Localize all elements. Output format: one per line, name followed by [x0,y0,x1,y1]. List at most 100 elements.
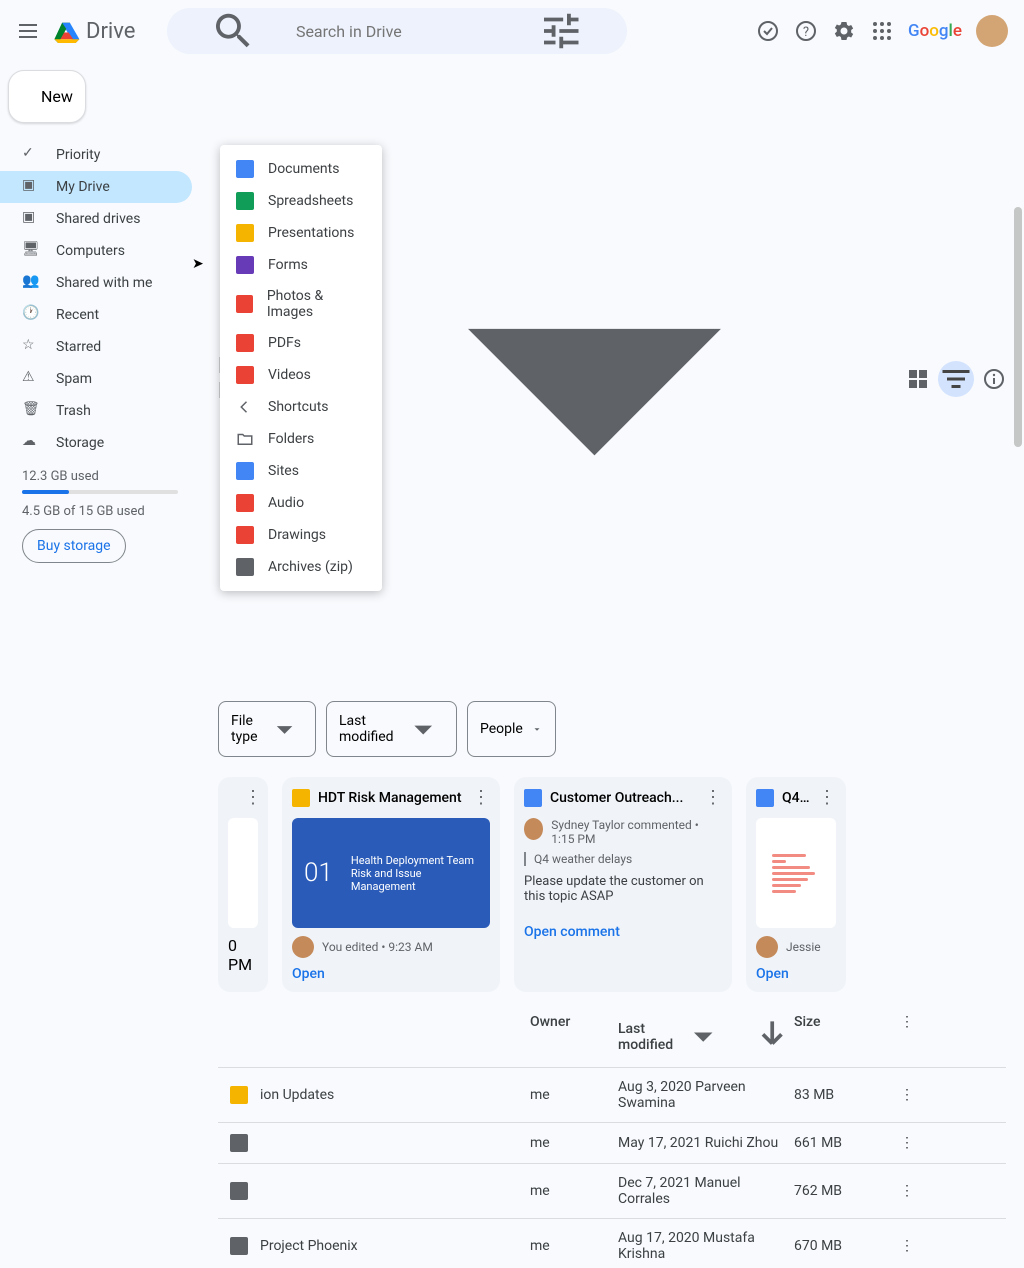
main-menu-button[interactable] [16,19,40,43]
card-meta: You edited • 9:23 AM [322,940,433,954]
dropdown-item-forms[interactable]: Forms [220,249,382,281]
column-owner[interactable]: Owner [530,1014,618,1058]
dropdown-item-documents[interactable]: Documents [220,153,382,185]
file-type-icon [236,295,253,313]
nav-item-trash[interactable]: 🗑Trash [0,395,192,427]
card-menu-button[interactable]: ⋮ [818,787,836,808]
file-row[interactable]: meMay 17, 2021 Ruichi Zhou661 MB⋮ [218,1122,1006,1163]
column-size[interactable]: Size [794,1014,884,1058]
app-name: Drive [86,19,135,44]
file-icon [230,1134,248,1152]
dropdown-item-drawings[interactable]: Drawings [220,519,382,551]
suggestion-card[interactable]: Customer Outreach...⋮Sydney Taylor comme… [514,777,732,992]
file-owner: me [530,1238,618,1254]
dropdown-item-spreadsheets[interactable]: Spreadsheets [220,185,382,217]
file-name: Project Phoenix [260,1238,358,1254]
card-menu-button[interactable]: ⋮ [704,787,722,808]
nav-icon: ⚠ [22,369,42,389]
file-type-icon [236,398,254,416]
nav-item-shared-drives[interactable]: ▣Shared drives [0,203,192,235]
comment-body: Please update the customer on this topic… [524,874,722,904]
google-logo[interactable]: Google [908,21,962,41]
file-type-icon [236,526,254,544]
card-title: Customer Outreach... [550,790,696,806]
drive-logo[interactable]: Drive [52,19,135,44]
nav-item-priority[interactable]: ✓Priority [0,139,192,171]
filter-chip-people[interactable]: People [467,701,556,757]
settings-icon[interactable] [832,19,856,43]
storage-bar [22,490,178,494]
offline-ready-icon[interactable] [756,19,780,43]
file-row[interactable]: meDec 7, 2021 Manuel Corrales762 MB⋮ [218,1163,1006,1218]
dropdown-label: Photos & Images [267,288,366,320]
title-dropdown-icon[interactable] [291,76,898,683]
search-bar[interactable] [167,8,627,54]
drive-icon [52,19,80,43]
arrow-down-icon [750,1014,794,1058]
grid-view-icon[interactable] [906,367,930,391]
support-icon[interactable]: ? [794,19,818,43]
dropdown-label: Spreadsheets [268,193,353,209]
suggestion-card[interactable]: Q4 Pr⋮JessieOpen [746,777,846,992]
nav-item-computers[interactable]: 🖥Computers [0,235,192,267]
nav-label: Shared drives [56,211,140,227]
nav-item-recent[interactable]: 🕐Recent [0,299,192,331]
filter-chip-last-modified[interactable]: Last modified [326,701,457,757]
dropdown-item-photos-images[interactable]: Photos & Images [220,281,382,327]
dropdown-item-archives-zip-[interactable]: Archives (zip) [220,551,382,583]
nav-item-my-drive[interactable]: ▣My Drive [0,171,192,203]
column-modified[interactable]: Last modified [618,1014,794,1058]
info-icon[interactable] [982,367,1006,391]
suggestion-card[interactable]: ...n...⋮0 PM [218,777,268,992]
card-title: Q4 Pr [782,790,810,806]
dropdown-item-folders[interactable]: Folders [220,423,382,455]
card-menu-button[interactable]: ⋮ [244,787,262,808]
column-menu[interactable]: ⋮ [884,1014,914,1058]
file-modified: Aug 17, 2020 Mustafa Krishna [618,1230,794,1262]
dropdown-label: Presentations [268,225,354,241]
card-thumbnail: 01Health Deployment TeamRisk and Issue M… [292,818,490,928]
card-menu-button[interactable]: ⋮ [472,787,490,808]
row-menu-button[interactable]: ⋮ [884,1135,914,1151]
search-options-icon[interactable] [511,8,612,54]
apps-icon[interactable] [870,19,894,43]
suggestion-card[interactable]: HDT Risk Management⋮01Health Deployment … [282,777,500,992]
file-row[interactable]: ion UpdatesmeAug 3, 2020 Parveen Swamina… [218,1067,1006,1122]
dropdown-item-shortcuts[interactable]: Shortcuts [220,391,382,423]
card-thumbnail [228,818,258,928]
nav-item-spam[interactable]: ⚠Spam [0,363,192,395]
file-size: 762 MB [794,1183,884,1199]
chevron-down-icon [681,1014,725,1058]
search-input[interactable] [296,22,499,41]
chip-label: People [480,721,523,737]
dropdown-item-videos[interactable]: Videos [220,359,382,391]
scrollbar[interactable] [1014,207,1022,447]
dropdown-item-audio[interactable]: Audio [220,487,382,519]
filter-chip-file-type[interactable]: File type [218,701,316,757]
account-avatar[interactable] [976,15,1008,47]
view-filter-button[interactable] [938,361,974,397]
nav-item-storage[interactable]: ☁Storage [0,427,192,459]
dropdown-item-pdfs[interactable]: PDFs [220,327,382,359]
file-type-icon [236,334,254,352]
file-row[interactable]: Project Phoenix meAug 17, 2020 Mustafa Kr… [218,1218,1006,1268]
chip-label: Last modified [339,713,394,745]
file-size: 670 MB [794,1238,884,1254]
nav-item-starred[interactable]: ☆Starred [0,331,192,363]
dropdown-item-presentations[interactable]: Presentations [220,217,382,249]
new-button[interactable]: New [8,70,86,123]
row-menu-button[interactable]: ⋮ [884,1238,914,1254]
open-link[interactable]: Open [292,966,490,982]
row-menu-button[interactable]: ⋮ [884,1087,914,1103]
dropdown-item-sites[interactable]: Sites [220,455,382,487]
editor-avatar [756,936,778,958]
open-comment-link[interactable]: Open comment [524,924,722,940]
file-icon [292,789,310,807]
nav-item-shared-with-me[interactable]: 👥Shared with me [0,267,192,299]
buy-storage-button[interactable]: Buy storage [22,529,126,563]
nav-icon: ☁ [22,433,42,453]
row-menu-button[interactable]: ⋮ [884,1183,914,1199]
open-link[interactable]: Open [756,966,836,982]
nav-icon: 🖥 [22,241,42,261]
dropdown-label: Forms [268,257,308,273]
